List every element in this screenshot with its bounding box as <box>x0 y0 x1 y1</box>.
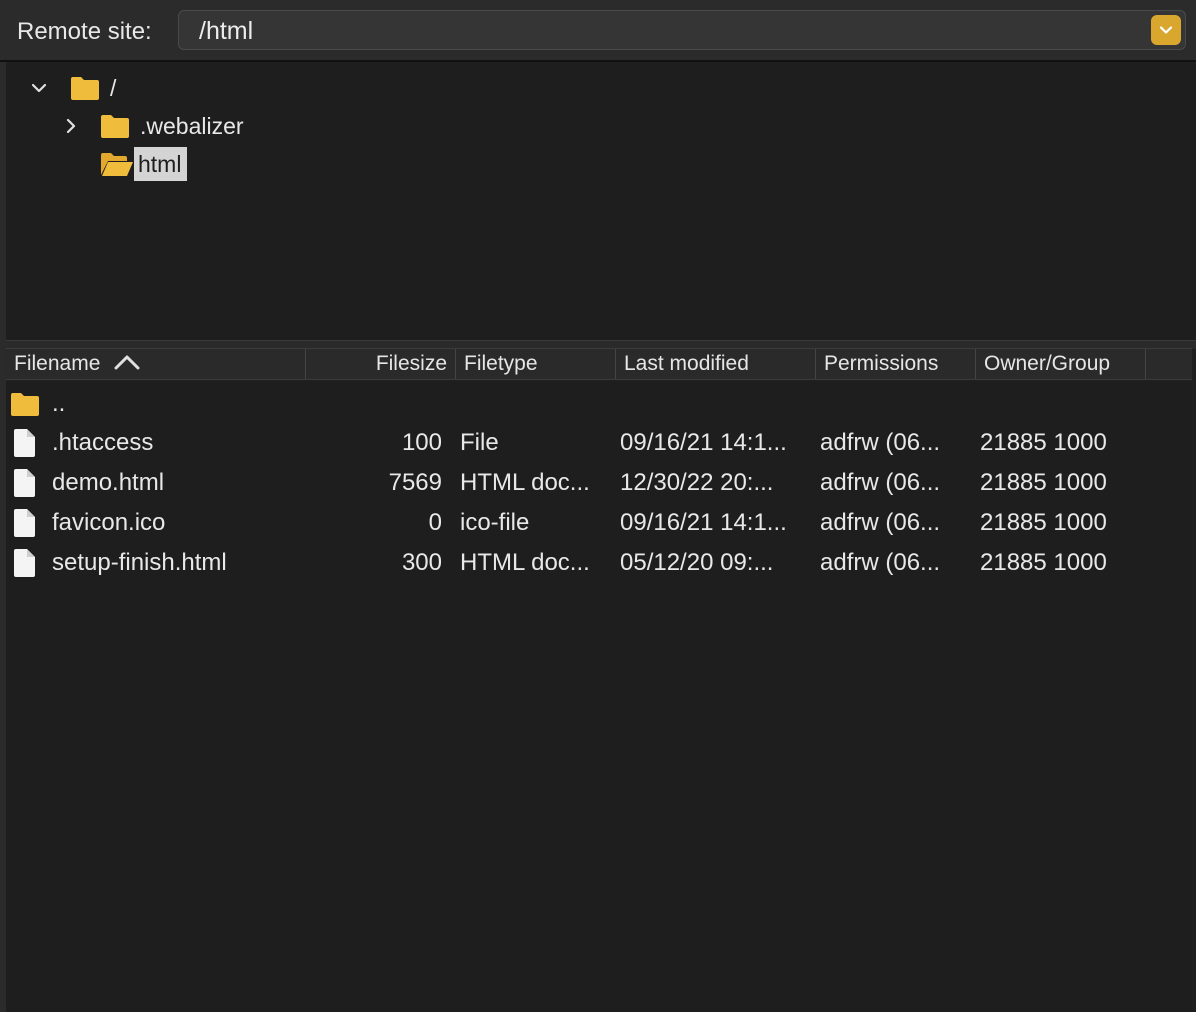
table-row[interactable]: favicon.ico 0 ico-file 09/16/21 14:1... … <box>6 503 1192 543</box>
file-owner-group: 21885 1000 <box>980 429 1107 456</box>
sort-ascending-icon <box>114 355 140 370</box>
file-owner-group: 21885 1000 <box>980 469 1107 496</box>
table-row[interactable]: .htaccess 100 File 09/16/21 14:1... adfr… <box>6 423 1192 463</box>
table-row[interactable]: setup-finish.html 300 HTML doc... 05/12/… <box>6 543 1192 583</box>
tree-item-label: .webalizer <box>140 112 244 139</box>
column-label: Last modified <box>624 352 749 375</box>
column-label: Filetype <box>464 352 538 375</box>
file-list[interactable]: .. .htaccess 100 File 09/16/21 14:1... a… <box>6 382 1192 1012</box>
column-header-owner-group[interactable]: Owner/Group <box>976 349 1146 379</box>
folder-icon <box>71 77 99 100</box>
file-name: favicon.ico <box>52 509 166 536</box>
column-header-filler <box>1146 349 1192 379</box>
file-permissions: adfrw (06... <box>820 549 941 576</box>
file-permissions: adfrw (06... <box>820 469 941 496</box>
file-owner-group: 21885 1000 <box>980 509 1107 536</box>
expand-toggle[interactable] <box>60 115 82 137</box>
file-size: 0 <box>428 509 442 536</box>
tree-item-label-selected: html <box>134 147 188 181</box>
column-header-last-modified[interactable]: Last modified <box>616 349 816 379</box>
file-type: HTML doc... <box>460 469 590 496</box>
file-icon <box>14 509 35 537</box>
column-label: Owner/Group <box>984 352 1111 375</box>
column-label: Filename <box>14 352 101 375</box>
file-owner-group: 21885 1000 <box>980 549 1107 576</box>
file-modified: 09/16/21 14:1... <box>620 429 787 456</box>
tree-item-root[interactable]: / <box>28 70 116 106</box>
file-permissions: adfrw (06... <box>820 429 941 456</box>
remote-site-bar: Remote site: /html <box>0 0 1196 62</box>
chevron-down-icon <box>1159 26 1173 34</box>
column-header-filename[interactable]: Filename <box>6 349 306 379</box>
file-icon <box>14 429 35 457</box>
remote-path-value[interactable]: /html <box>199 17 253 46</box>
chevron-down-icon <box>31 83 47 93</box>
column-label: Permissions <box>824 352 939 375</box>
path-dropdown-button[interactable] <box>1151 15 1181 45</box>
file-permissions: adfrw (06... <box>820 509 941 536</box>
chevron-right-icon <box>66 118 76 134</box>
file-size: 100 <box>401 429 442 456</box>
file-modified: 09/16/21 14:1... <box>620 509 787 536</box>
file-size: 7569 <box>388 469 442 496</box>
file-name: .. <box>52 390 66 417</box>
file-name: demo.html <box>52 469 165 496</box>
directory-tree[interactable]: / .webalizer html <box>6 64 1196 340</box>
file-icon <box>14 469 35 497</box>
file-name: setup-finish.html <box>52 549 227 576</box>
tree-item-webalizer[interactable]: .webalizer <box>60 108 244 144</box>
file-size: 300 <box>401 549 442 576</box>
folder-open-icon <box>101 153 133 176</box>
tree-item-label: / <box>110 74 117 101</box>
column-header-filesize[interactable]: Filesize <box>306 349 456 379</box>
column-label: Filesize <box>375 352 447 375</box>
column-header-filetype[interactable]: Filetype <box>456 349 616 379</box>
remote-site-label: Remote site: <box>17 18 152 45</box>
file-modified: 12/30/22 20:... <box>620 469 774 496</box>
remote-path-combobox[interactable]: /html <box>178 10 1186 50</box>
collapse-toggle[interactable] <box>28 77 50 99</box>
folder-icon <box>11 393 39 416</box>
remote-site-panel: Remote site: /html / .webalizer html Fil… <box>0 0 1196 1012</box>
file-list-header: Filename Filesize Filetype Last modified… <box>6 348 1192 380</box>
file-name: .htaccess <box>52 429 154 456</box>
file-modified: 05/12/20 09:... <box>620 549 774 576</box>
file-type: ico-file <box>460 509 530 536</box>
list-item-parent[interactable]: .. <box>6 384 1192 424</box>
file-icon <box>14 549 35 577</box>
file-type: File <box>460 429 499 456</box>
table-row[interactable]: demo.html 7569 HTML doc... 12/30/22 20:.… <box>6 463 1192 503</box>
file-type: HTML doc... <box>460 549 590 576</box>
folder-icon <box>101 115 129 138</box>
tree-item-html[interactable]: html <box>100 146 188 182</box>
column-header-permissions[interactable]: Permissions <box>816 349 976 379</box>
